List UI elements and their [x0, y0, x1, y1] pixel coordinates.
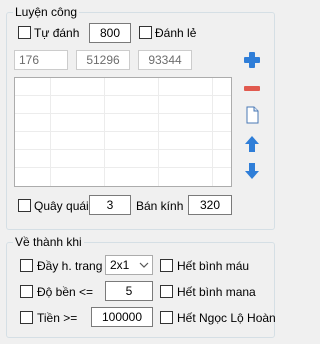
het-binh-mana-label: Hết bình mana [177, 285, 256, 299]
tien-checkbox[interactable] [20, 311, 33, 324]
het-ngoc-lo-hoan-label: Hết Ngọc Lộ Hoàn [177, 311, 276, 325]
plus-icon[interactable] [243, 51, 261, 69]
quay-quai-label: Quây quái [34, 199, 89, 213]
coord-z-field: 93344 [138, 50, 192, 70]
tu-danh-label: Tự đánh [34, 26, 80, 40]
coord-y-field: 51296 [76, 50, 130, 70]
arrow-down-icon[interactable] [243, 162, 261, 180]
do-ben-checkbox[interactable] [20, 285, 33, 298]
ban-kinh-input[interactable]: 320 [188, 195, 232, 215]
day-h-trang-select-value: 2x1 [110, 258, 130, 272]
do-ben-label: Độ bền <= [37, 285, 94, 299]
ve-thanh-khi-title: Về thành khi [13, 235, 84, 249]
het-binh-mau-checkbox[interactable] [160, 259, 173, 272]
danh-le-label: Đánh lẻ [155, 26, 197, 40]
day-h-trang-checkbox[interactable] [20, 259, 33, 272]
het-ngoc-lo-hoan-checkbox[interactable] [160, 311, 173, 324]
minus-icon[interactable] [243, 80, 261, 98]
het-binh-mau-label: Hết bình máu [177, 259, 250, 273]
ban-kinh-label: Bán kính [136, 199, 184, 213]
tu-danh-input[interactable]: 800 [89, 23, 131, 43]
do-ben-input[interactable]: 5 [105, 281, 153, 301]
day-h-trang-label: Đầy h. trang [37, 259, 103, 273]
het-binh-mana-checkbox[interactable] [160, 285, 173, 298]
coord-x-field: 176 [14, 50, 68, 70]
position-list[interactable] [14, 77, 232, 187]
danh-le-checkbox[interactable] [139, 26, 152, 39]
day-h-trang-select[interactable]: 2x1 [105, 255, 153, 275]
luyen-cong-title: Luyện công [13, 5, 80, 19]
arrow-up-icon[interactable] [243, 135, 261, 153]
document-icon[interactable] [243, 106, 261, 124]
quay-quai-input[interactable]: 3 [89, 195, 131, 215]
tu-danh-checkbox[interactable] [18, 26, 31, 39]
tien-input[interactable]: 100000 [91, 307, 153, 327]
quay-quai-checkbox[interactable] [18, 199, 31, 212]
tien-label: Tiền >= [37, 311, 78, 325]
chevron-down-icon [139, 262, 149, 268]
